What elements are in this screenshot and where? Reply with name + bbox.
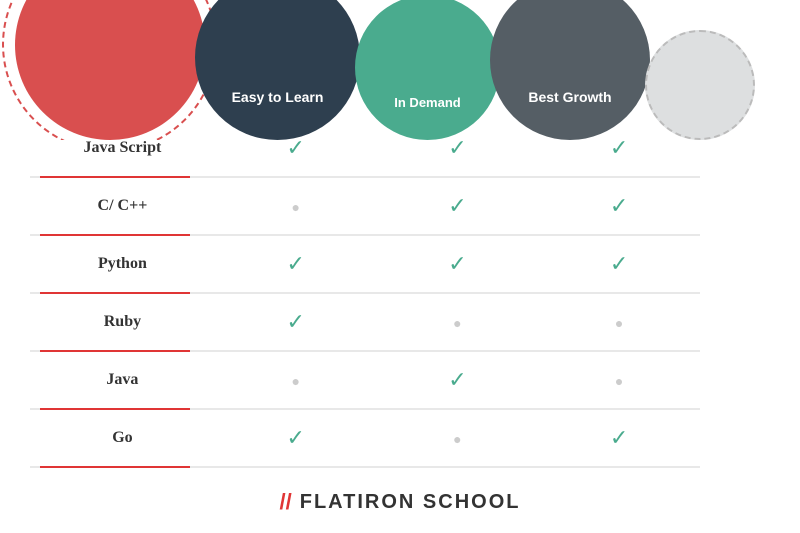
easy-cell: ✓: [215, 309, 377, 335]
lang-label: Java: [30, 371, 215, 389]
demand-cell: ✓: [377, 251, 539, 277]
growth-cell: ✓: [538, 193, 700, 219]
check-no-icon: ●: [291, 201, 299, 216]
growth-cell: ●: [538, 369, 700, 392]
footer-brand: FLATIRON SCHOOL: [300, 491, 521, 514]
check-yes-icon: ✓: [448, 193, 466, 218]
comparison-table: Java Script✓✓✓C/ C++●✓✓Python✓✓✓Ruby✓●●J…: [0, 120, 730, 468]
page-container: Easy to Learn In Demand Best Growth Java…: [0, 0, 800, 533]
growth-cell: ✓: [538, 251, 700, 277]
table-row: Go ✓ ● ✓: [30, 410, 700, 468]
growth-cell: ✓: [538, 135, 700, 161]
easy-cell: ●: [215, 195, 377, 218]
table-row: Python ✓ ✓ ✓: [30, 236, 700, 294]
check-yes-icon: ✓: [286, 309, 304, 334]
lang-label: Ruby: [30, 313, 215, 331]
check-no-icon: ●: [291, 375, 299, 390]
demand-cell: ●: [377, 427, 539, 450]
bubble-easy-to-learn-label: Easy to Learn: [195, 89, 360, 105]
demand-cell: ✓: [377, 367, 539, 393]
lang-label: Python: [30, 255, 215, 273]
bubble-in-demand-label: In Demand: [355, 95, 500, 110]
check-no-icon: ●: [453, 317, 461, 332]
demand-cell: ●: [377, 311, 539, 334]
bubble-easy-to-learn: Easy to Learn: [195, 0, 360, 140]
check-yes-icon: ✓: [448, 251, 466, 276]
demand-cell: ✓: [377, 135, 539, 161]
easy-cell: ✓: [215, 251, 377, 277]
check-yes-icon: ✓: [286, 135, 304, 160]
lang-label: C/ C++: [30, 197, 215, 215]
check-yes-icon: ✓: [610, 251, 628, 276]
table-row: Java ● ✓ ●: [30, 352, 700, 410]
demand-cell: ✓: [377, 193, 539, 219]
check-yes-icon: ✓: [610, 135, 628, 160]
check-yes-icon: ✓: [610, 425, 628, 450]
check-no-icon: ●: [615, 375, 623, 390]
lang-label: Go: [30, 429, 215, 447]
check-yes-icon: ✓: [286, 251, 304, 276]
lang-label: Java Script: [30, 139, 215, 157]
check-yes-icon: ✓: [448, 135, 466, 160]
bubble-best-growth-label: Best Growth: [490, 89, 650, 105]
easy-cell: ✓: [215, 135, 377, 161]
check-no-icon: ●: [615, 317, 623, 332]
table-row: Ruby ✓ ● ●: [30, 294, 700, 352]
easy-cell: ●: [215, 369, 377, 392]
bubble-best-growth: Best Growth: [490, 0, 650, 140]
header-bubbles: Easy to Learn In Demand Best Growth: [0, 0, 800, 140]
growth-cell: ●: [538, 311, 700, 334]
check-yes-icon: ✓: [448, 367, 466, 392]
check-yes-icon: ✓: [286, 425, 304, 450]
growth-cell: ✓: [538, 425, 700, 451]
footer: // FLATIRON SCHOOL: [0, 489, 800, 515]
table-row: C/ C++ ● ✓ ✓: [30, 178, 700, 236]
table-row: Java Script ✓ ✓ ✓: [30, 120, 700, 178]
bubble-in-demand: In Demand: [355, 0, 500, 140]
footer-slashes: //: [280, 489, 292, 515]
easy-cell: ✓: [215, 425, 377, 451]
check-no-icon: ●: [453, 433, 461, 448]
check-yes-icon: ✓: [610, 193, 628, 218]
